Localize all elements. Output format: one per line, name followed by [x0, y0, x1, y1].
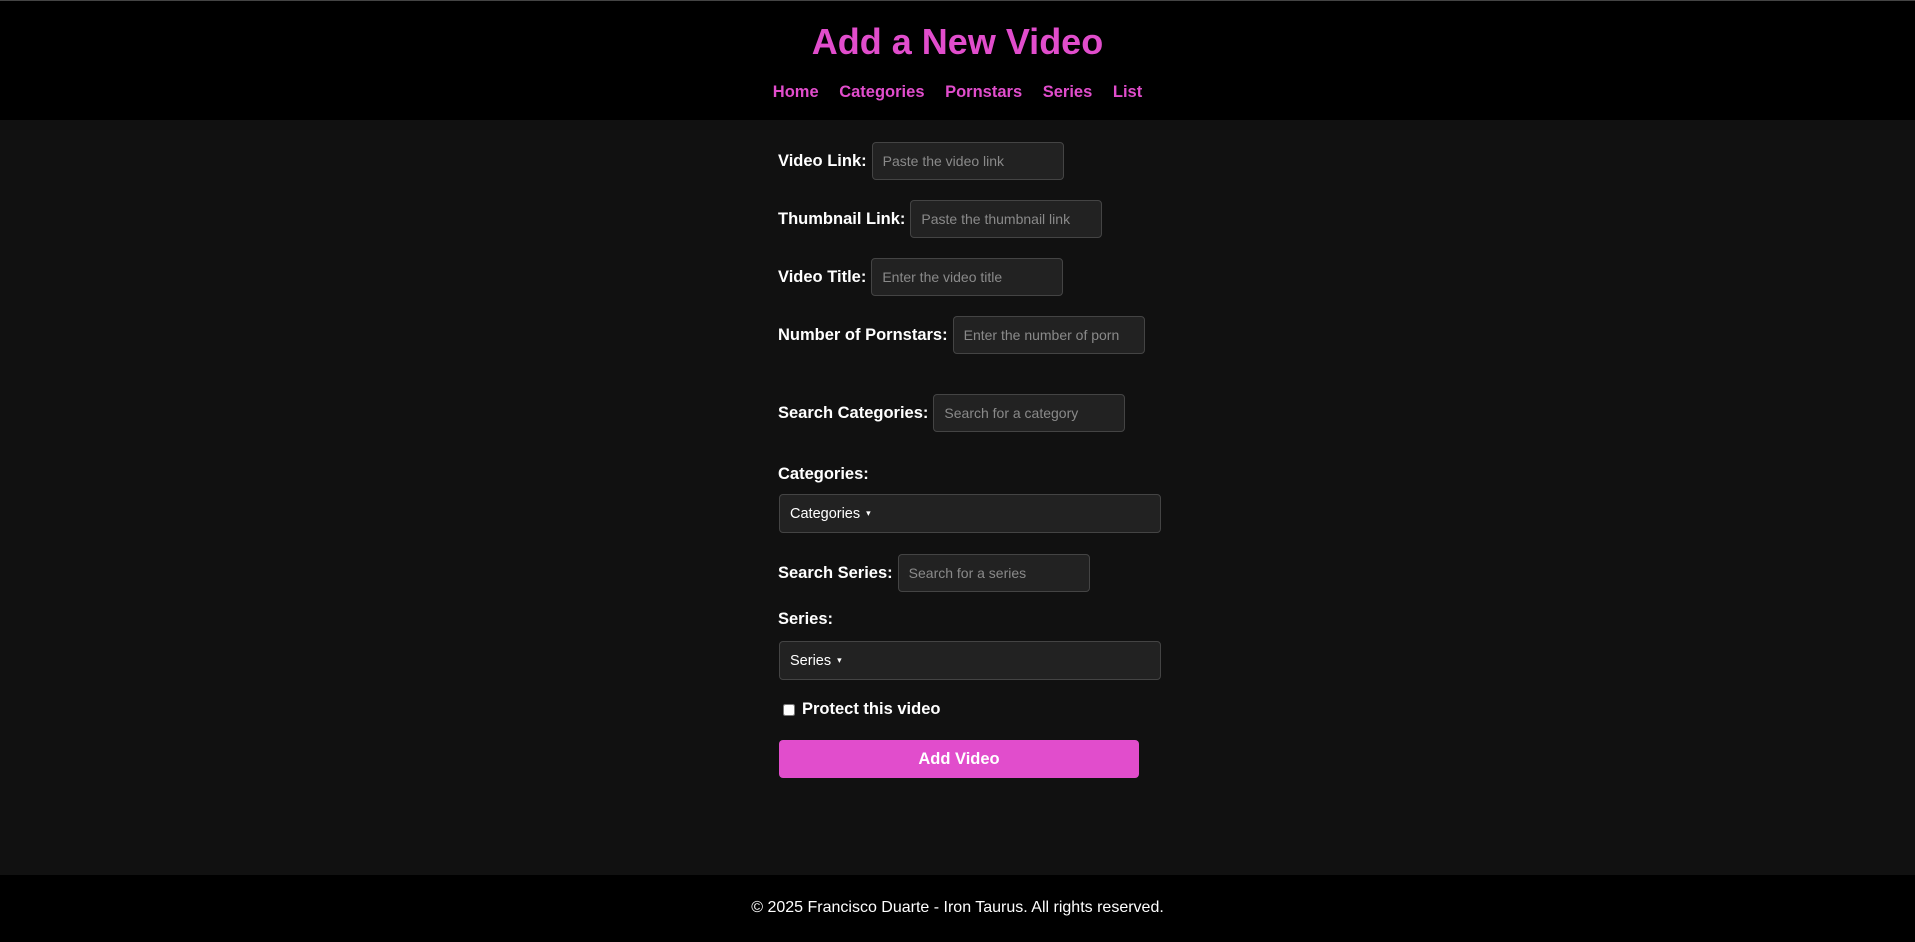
page-header: Add a New Video Home Categories Pornstar…: [0, 0, 1915, 120]
series-dropdown-label: Series: [790, 652, 832, 669]
page-footer: © 2025 Francisco Duarte - Iron Taurus. A…: [0, 875, 1915, 942]
search-series-row: Search Series:: [778, 553, 1090, 593]
thumbnail-link-input[interactable]: [910, 200, 1103, 238]
nav-link-categories[interactable]: Categories: [839, 83, 924, 101]
search-series-input[interactable]: [897, 554, 1090, 592]
chevron-down-icon: ▾: [837, 655, 842, 665]
series-label: Series:: [778, 610, 834, 628]
video-title-row: Video Title:: [778, 257, 1064, 297]
search-series-label: Search Series:: [778, 563, 893, 582]
protect-video-checkbox[interactable]: [783, 703, 795, 716]
nav-link-series[interactable]: Series: [1043, 83, 1093, 101]
thumbnail-link-label: Thumbnail Link:: [778, 209, 906, 228]
video-link-input[interactable]: [871, 142, 1064, 180]
categories-dropdown-label: Categories: [790, 505, 861, 522]
main-nav: Home Categories Pornstars Series List: [0, 81, 1915, 103]
num-pornstars-row: Number of Pornstars:: [778, 315, 1145, 355]
num-pornstars-input[interactable]: [952, 316, 1145, 354]
nav-link-pornstars[interactable]: Pornstars: [945, 83, 1022, 101]
num-pornstars-label: Number of Pornstars:: [778, 325, 948, 344]
video-title-label: Video Title:: [778, 267, 867, 286]
video-link-row: Video Link:: [778, 141, 1064, 181]
search-categories-row: Search Categories:: [778, 393, 1126, 433]
nav-link-list[interactable]: List: [1113, 83, 1142, 101]
video-link-label: Video Link:: [778, 151, 867, 170]
thumbnail-link-row: Thumbnail Link:: [778, 199, 1103, 239]
nav-link-home[interactable]: Home: [773, 83, 819, 101]
copyright-text: © 2025 Francisco Duarte - Iron Taurus. A…: [751, 899, 1164, 916]
add-video-button[interactable]: Add Video: [779, 740, 1139, 778]
video-title-input[interactable]: [871, 258, 1064, 296]
categories-dropdown[interactable]: Categories ▾: [779, 494, 1161, 533]
series-dropdown[interactable]: Series ▾: [779, 641, 1161, 680]
search-categories-label: Search Categories:: [778, 403, 929, 422]
categories-label: Categories:: [778, 465, 869, 483]
chevron-down-icon: ▾: [866, 508, 871, 518]
search-categories-input[interactable]: [933, 394, 1126, 432]
protect-video-row: Protect this video: [783, 700, 940, 719]
page-title: Add a New Video: [811, 21, 1104, 62]
protect-video-label[interactable]: Protect this video: [802, 700, 940, 719]
